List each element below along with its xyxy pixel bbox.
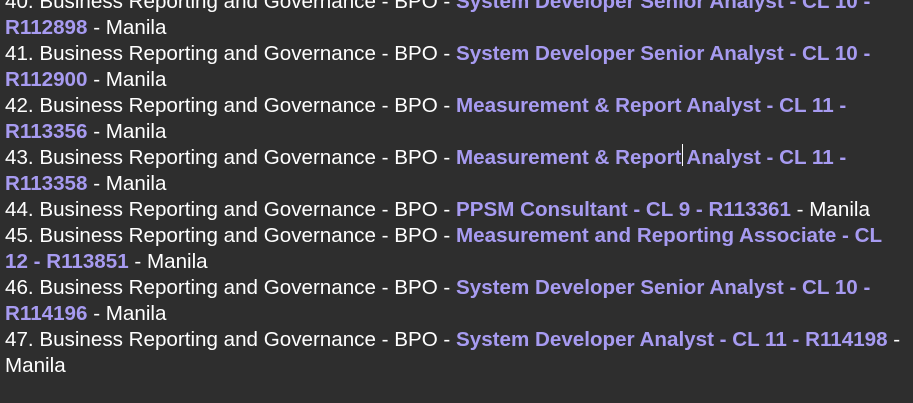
list-item: 47. Business Reporting and Governance - …: [5, 327, 905, 379]
list-item: 42. Business Reporting and Governance - …: [5, 93, 905, 145]
item-prefix: 42. Business Reporting and Governance - …: [5, 94, 457, 117]
list-item: 46. Business Reporting and Governance - …: [5, 275, 905, 327]
item-prefix: 46. Business Reporting and Governance - …: [5, 276, 457, 299]
item-location: - Manila: [790, 198, 870, 221]
item-location: - Manila: [87, 172, 167, 195]
list-item: 41. Business Reporting and Governance - …: [5, 41, 905, 93]
list-item: 40. Business Reporting and Governance - …: [5, 0, 905, 41]
job-link[interactable]: PPSM Consultant - CL 9 - R113361: [456, 198, 791, 221]
item-prefix: 40. Business Reporting and Governance - …: [5, 0, 457, 13]
job-list-view: 40. Business Reporting and Governance - …: [0, 0, 913, 403]
item-location: - Manila: [87, 302, 167, 325]
item-location: - Manila: [87, 16, 167, 39]
list-item: 44. Business Reporting and Governance - …: [5, 197, 905, 223]
item-location: - Manila: [87, 68, 167, 91]
list-item: 45. Business Reporting and Governance - …: [5, 223, 905, 275]
item-location: - Manila: [87, 120, 167, 143]
item-location: - Manila: [128, 250, 208, 273]
text-cursor: [682, 144, 683, 166]
job-link[interactable]: System Developer Analyst - CL 11 - R1141…: [456, 328, 888, 351]
job-list: 40. Business Reporting and Governance - …: [5, 0, 905, 379]
item-prefix: 44. Business Reporting and Governance - …: [5, 198, 457, 221]
item-prefix: 47. Business Reporting and Governance - …: [5, 328, 457, 351]
item-prefix: 45. Business Reporting and Governance - …: [5, 224, 457, 247]
item-prefix: 43. Business Reporting and Governance - …: [5, 146, 457, 169]
item-prefix: 41. Business Reporting and Governance - …: [5, 42, 457, 65]
list-item: 43. Business Reporting and Governance - …: [5, 145, 905, 197]
